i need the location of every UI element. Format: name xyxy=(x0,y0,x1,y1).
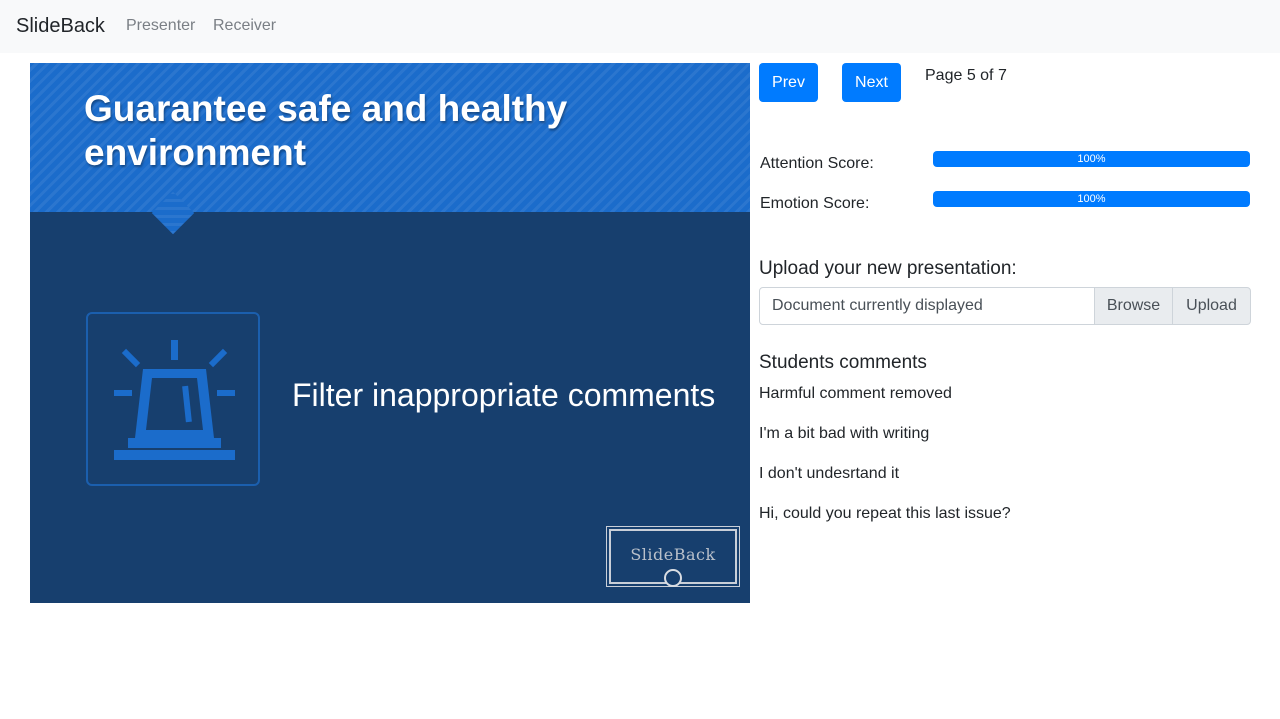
attention-progress: 100% xyxy=(933,151,1250,167)
browse-button[interactable]: Browse xyxy=(1094,287,1173,325)
brain-icon xyxy=(664,569,682,587)
slide-subtitle: Filter inappropriate comments xyxy=(292,377,716,413)
comment-item: I'm a bit bad with writing xyxy=(759,425,930,442)
emotion-progress-bar: 100% xyxy=(933,191,1250,207)
slideback-watermark-logo: SlideBack xyxy=(606,526,740,587)
emotion-score-label: Emotion Score: xyxy=(760,195,870,212)
slide-title: Guarantee safe and healthy environment xyxy=(84,88,568,173)
brand-logo[interactable]: SlideBack xyxy=(16,14,105,38)
siren-icon xyxy=(114,340,235,460)
comment-item: I don't undesrtand it xyxy=(759,465,900,482)
emotion-progress: 100% xyxy=(933,191,1250,207)
nav-link-receiver[interactable]: Receiver xyxy=(213,16,276,36)
upload-button[interactable]: Upload xyxy=(1172,287,1251,325)
comment-item: Harmful comment removed xyxy=(759,385,952,402)
file-input-field[interactable]: Document currently displayed xyxy=(759,287,1095,325)
next-button[interactable]: Next xyxy=(842,63,901,102)
nav-link-presenter[interactable]: Presenter xyxy=(126,16,195,36)
prev-button[interactable]: Prev xyxy=(759,63,818,102)
page-indicator: Page 5 of 7 xyxy=(925,67,1007,84)
comments-heading: Students comments xyxy=(759,352,927,373)
slide-display: Guarantee safe and healthy environment F… xyxy=(30,63,750,603)
comment-item: Hi, could you repeat this last issue? xyxy=(759,505,1011,522)
siren-icon-frame xyxy=(86,312,260,486)
watermark-text: SlideBack xyxy=(630,545,716,564)
navbar: SlideBack Presenter Receiver xyxy=(0,0,1280,53)
upload-heading: Upload your new presentation: xyxy=(759,258,1017,279)
attention-score-label: Attention Score: xyxy=(760,155,874,172)
attention-progress-bar: 100% xyxy=(933,151,1250,167)
